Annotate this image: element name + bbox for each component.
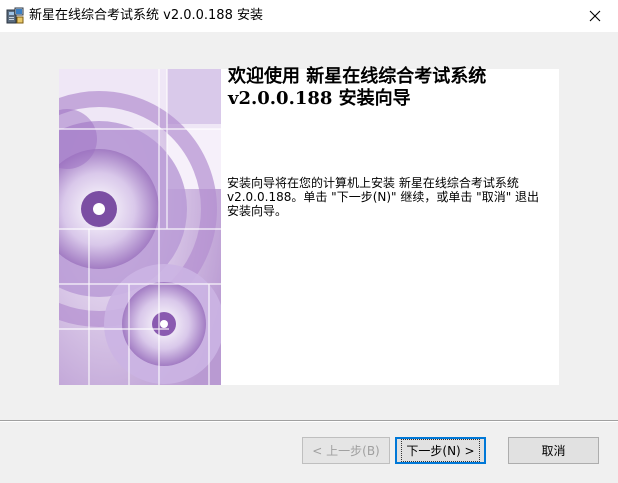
- welcome-heading: 欢迎使用 新星在线综合考试系统 v2.0.0.188 安装向导: [228, 66, 588, 110]
- close-button[interactable]: [572, 0, 618, 32]
- welcome-description-line2: v2.0.0.188。单击 "下一步(N)" 继续，或单击 "取消" 退出: [227, 190, 540, 204]
- title-bar: 新星在线综合考试系统 v2.0.0.188 安装: [0, 0, 618, 32]
- button-bar-separator: [0, 420, 618, 422]
- welcome-heading-line1: 欢迎使用 新星在线综合考试系统: [228, 66, 487, 87]
- welcome-description-line1: 安装向导将在您的计算机上安装 新星在线综合考试系统: [227, 176, 519, 190]
- next-button[interactable]: 下一步(N) >: [395, 437, 486, 464]
- back-button-label: < 上一步(B): [312, 444, 380, 458]
- welcome-panel: [221, 69, 559, 385]
- close-icon: [589, 7, 601, 26]
- window-title: 新星在线综合考试系统 v2.0.0.188 安装: [29, 8, 263, 23]
- welcome-description-line3: 安装向导。: [227, 204, 288, 218]
- next-button-label: 下一步(N) >: [401, 439, 480, 462]
- back-button[interactable]: < 上一步(B): [302, 437, 390, 464]
- welcome-banner-image: [59, 69, 221, 385]
- installer-computer-icon[interactable]: [6, 7, 24, 25]
- cancel-button-label: 取消: [541, 444, 566, 458]
- cancel-button[interactable]: 取消: [508, 437, 599, 464]
- welcome-heading-line2: v2.0.0.188 安装向导: [228, 88, 411, 109]
- welcome-description: 安装向导将在您的计算机上安装 新星在线综合考试系统 v2.0.0.188。单击 …: [227, 176, 595, 218]
